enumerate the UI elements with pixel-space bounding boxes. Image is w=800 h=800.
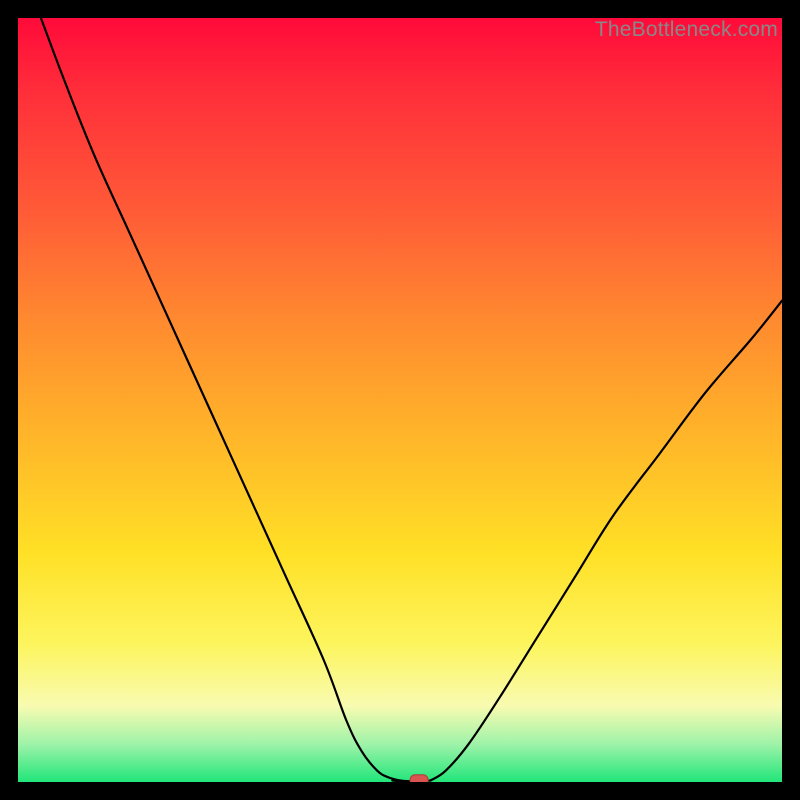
bottleneck-curve xyxy=(41,18,782,781)
watermark-text: TheBottleneck.com xyxy=(595,18,778,42)
optimal-point-marker xyxy=(410,775,428,782)
curve-right-branch xyxy=(431,301,782,781)
chart-svg xyxy=(18,18,782,782)
chart-frame: TheBottleneck.com xyxy=(18,18,782,782)
curve-left-branch xyxy=(41,18,408,781)
